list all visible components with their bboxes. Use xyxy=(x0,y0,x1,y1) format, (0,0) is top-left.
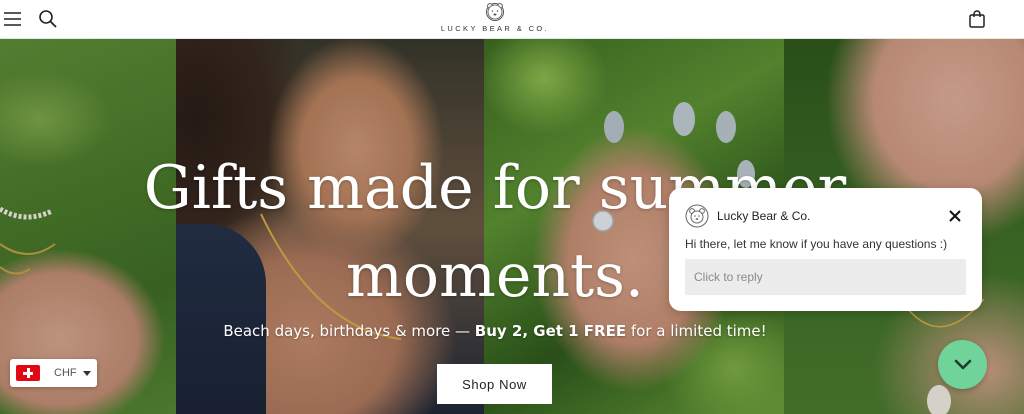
currency-selector[interactable]: CHF xyxy=(10,359,97,387)
bear-logo-icon xyxy=(486,3,504,21)
site-header: LUCKY BEAR & CO. xyxy=(0,0,1024,39)
chat-popup: Lucky Bear & Co. Hi there, let me know i… xyxy=(669,188,982,311)
switzerland-flag-icon xyxy=(16,365,40,381)
close-icon[interactable] xyxy=(947,208,963,224)
chat-toggle-button[interactable] xyxy=(938,340,987,389)
hero-subtitle-post: for a limited time! xyxy=(626,322,767,340)
chevron-down-icon xyxy=(954,359,971,369)
hero-subtitle: Beach days, birthdays & more — Buy 2, Ge… xyxy=(0,322,990,340)
site-logo[interactable]: LUCKY BEAR & CO. xyxy=(430,2,560,36)
currency-code: CHF xyxy=(54,367,77,379)
caret-down-icon xyxy=(82,370,91,376)
shop-now-button[interactable]: Shop Now xyxy=(437,364,552,404)
hero-subtitle-offer: Buy 2, Get 1 FREE xyxy=(474,322,627,340)
chat-reply-input[interactable] xyxy=(685,259,966,295)
search-icon[interactable] xyxy=(36,7,60,31)
shopping-bag-icon[interactable] xyxy=(965,7,989,31)
chat-message: Hi there, let me know if you have any qu… xyxy=(685,237,948,251)
hero-subtitle-pre: Beach days, birthdays & more — xyxy=(223,322,475,340)
bear-avatar-icon xyxy=(685,204,709,228)
menu-icon[interactable] xyxy=(0,7,24,31)
brand-name: LUCKY BEAR & CO. xyxy=(440,24,550,33)
chat-agent-name: Lucky Bear & Co. xyxy=(717,209,811,223)
